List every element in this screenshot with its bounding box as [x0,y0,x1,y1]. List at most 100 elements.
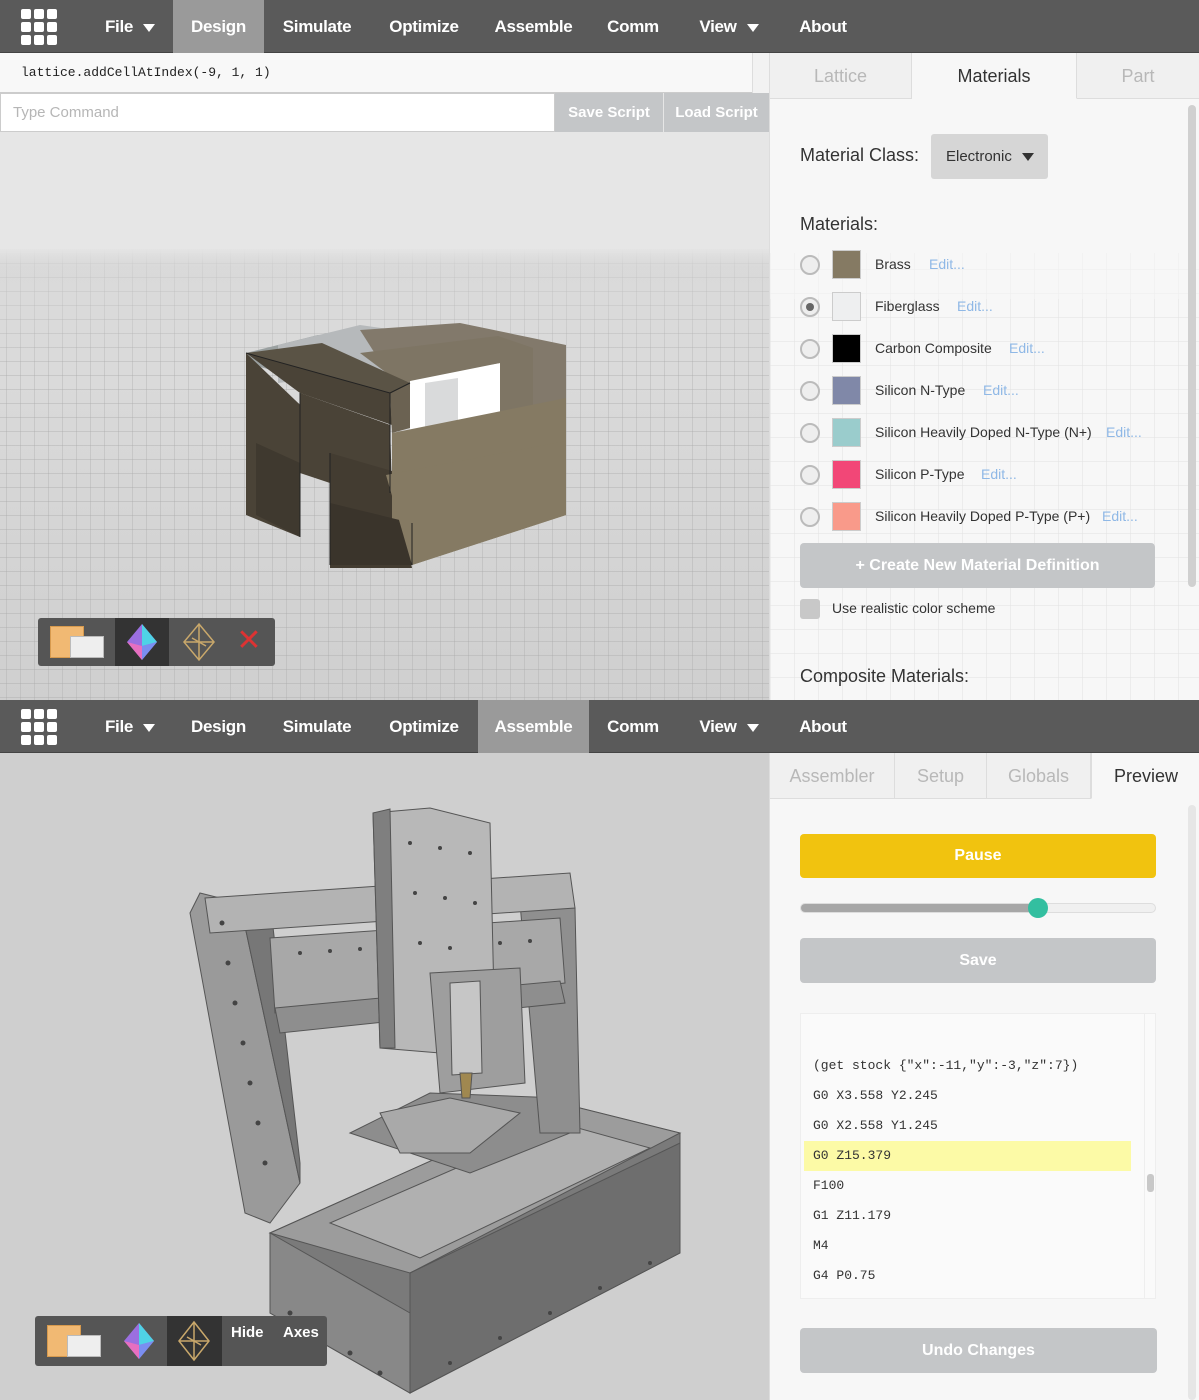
create-material-button[interactable]: + Create New Material Definition [800,543,1155,588]
nav-view-label: View [699,17,737,36]
wireframe-octahedron-icon[interactable] [167,1316,222,1366]
tab-preview[interactable]: Preview [1091,753,1199,799]
preview-sidebar: Assembler Setup Globals Preview Pause Sa… [769,753,1199,1400]
lattice-scene [0,53,769,700]
app-grid-logo-icon[interactable] [21,709,57,745]
material-row[interactable]: Silicon P-Type Edit... [800,460,1180,490]
undo-changes-button[interactable]: Undo Changes [800,1328,1157,1373]
hide-button[interactable]: Hide [231,1324,264,1341]
nav-view-label: View [699,717,737,736]
nav-about[interactable]: About [781,0,865,53]
composite-materials-heading: Composite Materials: [800,666,970,686]
edit-link[interactable]: Edit... [1102,508,1138,524]
nav-simulate[interactable]: Simulate [264,0,370,53]
color-swatch [832,334,861,363]
pause-button[interactable]: Pause [800,834,1156,878]
nav-file-label: File [104,17,134,36]
3d-viewport[interactable]: lattice.addCellAtIndex(-9, 1, 1) Type Co… [0,53,769,700]
close-icon[interactable]: ✕ [234,626,264,656]
cnc-machine-model[interactable] [0,753,769,1400]
voxel-box-icon[interactable] [43,1323,103,1359]
nav-file[interactable]: File [86,0,174,53]
tab-assembler[interactable]: Assembler [770,753,895,799]
edit-link[interactable]: Edit... [1106,424,1142,440]
playback-slider[interactable] [800,898,1156,918]
nav-simulate-label: Simulate [282,17,352,36]
realistic-color-checkbox[interactable] [800,599,820,619]
radio-button[interactable] [800,423,820,443]
nav-file[interactable]: File [86,700,174,753]
material-name: Brass [875,256,911,272]
edit-link[interactable]: Edit... [929,256,965,272]
load-script-button[interactable]: Load Script [664,93,769,132]
command-input[interactable]: Type Command [0,93,555,132]
octahedron-icon[interactable] [115,618,169,666]
nav-assemble[interactable]: Assemble [478,700,589,753]
material-row[interactable]: Carbon Composite Edit... [800,334,1180,364]
save-button[interactable]: Save [800,938,1156,983]
nav-design-label: Design [191,17,246,36]
chevron-down-icon [1021,153,1034,162]
gcode-scrollbar[interactable] [1144,1014,1155,1298]
nav-view[interactable]: View [677,700,781,753]
radio-button[interactable] [800,339,820,359]
nav-design[interactable]: Design [173,700,264,753]
sidebar-scrollbar[interactable] [1188,105,1196,587]
nav-about[interactable]: About [781,700,865,753]
nav-comm[interactable]: Comm [589,0,677,53]
edit-link[interactable]: Edit... [1009,340,1045,356]
material-row[interactable]: Silicon Heavily Doped N-Type (N+) Edit... [800,418,1180,448]
gcode-line: F100 [813,1178,845,1193]
radio-button[interactable] [800,465,820,485]
nav-design[interactable]: Design [173,0,264,53]
sidebar-scrollbar[interactable] [1188,805,1196,1400]
material-row[interactable]: Silicon Heavily Doped P-Type (P+) Edit... [800,502,1180,532]
material-row[interactable]: Silicon N-Type Edit... [800,376,1180,406]
radio-button[interactable] [800,255,820,275]
nav-assemble[interactable]: Assemble [478,0,589,53]
edit-link[interactable]: Edit... [981,466,1017,482]
view-toolbar: ✕ [38,618,275,666]
material-row[interactable]: Fiberglass Edit... [800,292,1180,322]
tab-setup[interactable]: Setup [895,753,987,799]
tab-part[interactable]: Part [1077,53,1199,99]
chevron-down-icon [746,23,759,32]
material-class-select[interactable]: Electronic [931,134,1048,179]
radio-button[interactable] [800,381,820,401]
wireframe-octahedron-icon[interactable] [172,618,226,666]
save-script-button[interactable]: Save Script [555,93,663,132]
material-class-label: Material Class: [800,145,920,165]
nav-optimize[interactable]: Optimize [370,700,478,753]
material-row[interactable]: Brass Edit... [800,250,1180,280]
nav-optimize[interactable]: Optimize [370,0,478,53]
nav-comm[interactable]: Comm [589,700,677,753]
materials-sidebar: Lattice Materials Part Material Class: E… [769,53,1199,700]
tab-globals[interactable]: Globals [987,753,1091,799]
slider-knob[interactable] [1028,898,1049,918]
voxel-box-icon[interactable] [46,624,106,660]
script-scrollbar[interactable] [752,53,769,93]
tab-lattice[interactable]: Lattice [770,53,912,99]
material-name: Silicon N-Type [875,382,966,398]
material-name: Silicon P-Type [875,466,965,482]
octahedron-icon[interactable] [112,1317,166,1365]
tab-materials[interactable]: Materials [912,53,1077,99]
design-window: File Design Simulate Optimize Assemble C… [0,0,1199,700]
gcode-line-highlighted: G0 Z15.379 [804,1141,1131,1171]
3d-viewport[interactable]: Hide Axes [0,753,769,1400]
axes-button[interactable]: Axes [283,1324,319,1341]
app-grid-logo-icon[interactable] [21,9,57,45]
gcode-preview[interactable]: (get stock {"x":-11,"y":-3,"z":7}) G0 X3… [800,1013,1156,1299]
nav-optimize-label: Optimize [389,717,459,736]
edit-link[interactable]: Edit... [983,382,1019,398]
nav-simulate[interactable]: Simulate [264,700,370,753]
script-editor[interactable]: lattice.addCellAtIndex(-9, 1, 1) [0,53,769,93]
nav-view[interactable]: View [677,0,781,53]
material-name: Carbon Composite [875,340,992,356]
gcode-line: G4 P0.75 [813,1268,876,1283]
radio-button[interactable] [800,297,820,317]
edit-link[interactable]: Edit... [957,298,993,314]
radio-button[interactable] [800,507,820,527]
gcode-line: M4 [813,1238,829,1253]
nav-simulate-label: Simulate [282,717,352,736]
